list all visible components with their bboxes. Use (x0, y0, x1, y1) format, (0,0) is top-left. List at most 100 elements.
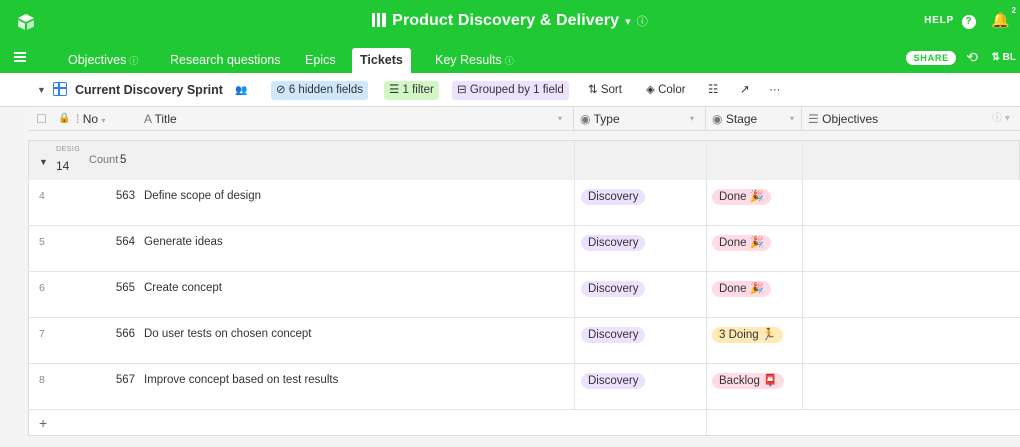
group-label: Grouped by 1 field (469, 84, 564, 96)
sort-button[interactable]: ⇅ Sort (583, 81, 627, 100)
type-cell[interactable]: Discovery (581, 327, 646, 343)
linked-records-icon: ☰ (808, 112, 819, 126)
view-name[interactable]: Current Discovery Sprint (70, 81, 228, 100)
stage-cell[interactable]: Done 🎉 (712, 281, 772, 297)
title-cell[interactable]: Create concept (144, 281, 222, 296)
objectives-cell[interactable] (809, 235, 1009, 255)
view-switcher-chevron-icon[interactable]: ▼ (32, 81, 51, 100)
group-icon: ⊟ (457, 84, 467, 96)
type-cell[interactable]: Discovery (581, 235, 646, 251)
share-view-icon[interactable]: ↗ (735, 81, 755, 100)
info-icon[interactable]: ⓘ (637, 16, 648, 28)
stage-cell[interactable]: Backlog 📮 (712, 373, 785, 389)
sort-label: Sort (600, 84, 622, 96)
no-cell[interactable]: 567 (95, 373, 135, 388)
info-icon: ⓘ (129, 56, 139, 66)
row-number: 6 (39, 282, 45, 294)
bell-icon[interactable]: 🔔 (991, 11, 1010, 29)
column-no[interactable]: ⁞ No ▾ (76, 107, 105, 131)
record-list: 4 563 Define scope of design Discovery D… (28, 180, 1020, 436)
title-cell[interactable]: Define scope of design (144, 189, 261, 204)
title-cell[interactable]: Improve concept based on test results (144, 373, 338, 388)
share-button[interactable]: SHARE (906, 51, 956, 65)
title-cell[interactable]: Generate ideas (144, 235, 223, 250)
autonumber-icon: ⁞ (76, 112, 80, 126)
row-number: 7 (39, 328, 45, 340)
column-title[interactable]: A Title (144, 107, 177, 131)
column-no-label: No (82, 112, 99, 126)
table-row[interactable]: 5 564 Generate ideas Discovery Done 🎉 (28, 226, 1020, 272)
no-cell[interactable]: 564 (95, 235, 135, 250)
single-select-icon: ◉ (712, 112, 723, 126)
color-button[interactable]: ◈ Color (641, 81, 691, 100)
chevron-down-icon[interactable]: ▾ (558, 107, 562, 131)
group-header[interactable]: ▼ DESIG 14 Count 5 (28, 140, 1020, 181)
add-record-row[interactable]: + (28, 410, 1020, 436)
base-title[interactable]: Product Discovery & Delivery ▾ ⓘ (0, 12, 1020, 30)
stage-cell[interactable]: Done 🎉 (712, 235, 772, 251)
grid-view-icon (53, 82, 67, 96)
table-row[interactable]: 8 567 Improve concept based on test resu… (28, 364, 1020, 410)
group-count: 5 (120, 154, 127, 166)
single-select-icon: ◉ (580, 112, 591, 126)
sort-icon: ⇅ (588, 84, 598, 96)
objectives-cell[interactable] (809, 373, 1009, 393)
stage-pill: Done 🎉 (712, 281, 772, 297)
table-row[interactable]: 4 563 Define scope of design Discovery D… (28, 180, 1020, 226)
tab-epics[interactable]: Epics (297, 48, 344, 73)
no-cell[interactable]: 565 (95, 281, 135, 296)
filter-button[interactable]: ☰ 1 filter (384, 81, 439, 100)
menu-icon[interactable] (14, 52, 26, 64)
group-button[interactable]: ⊟ Grouped by 1 field (452, 81, 569, 100)
column-stage[interactable]: ◉ Stage (712, 107, 757, 131)
objectives-cell[interactable] (809, 327, 1009, 347)
color-label: Color (658, 84, 686, 96)
tab-objectives[interactable]: Objectives ⓘ (60, 48, 146, 73)
title-cell[interactable]: Do user tests on chosen concept (144, 327, 312, 342)
column-header-row: ☐ 🔒 ⁞ No ▾ A Title ▾ ◉ Type ▾ ◉ Stage ▾ … (28, 107, 1020, 131)
table-row[interactable]: 7 566 Do user tests on chosen concept Di… (28, 318, 1020, 364)
tab-label: Epics (305, 53, 336, 67)
select-all-checkbox[interactable]: ☐ (36, 107, 47, 131)
records-grid: ☐ 🔒 ⁞ No ▾ A Title ▾ ◉ Type ▾ ◉ Stage ▾ … (28, 107, 1020, 447)
chevron-down-icon[interactable]: ▾ (690, 107, 694, 131)
left-gutter (0, 107, 28, 447)
tab-label: Key Results (435, 53, 502, 67)
type-pill: Discovery (581, 327, 646, 343)
column-objectives[interactable]: ☰ Objectives (808, 107, 878, 131)
chevron-down-icon[interactable]: ▾ (101, 116, 105, 125)
add-record-button[interactable]: + (39, 415, 47, 431)
no-cell[interactable]: 566 (95, 327, 135, 342)
chevron-down-icon[interactable]: ▾ (790, 107, 794, 131)
table-tabs-bar: Objectives ⓘ Research questions Epics Tic… (0, 45, 1020, 73)
tab-research-questions[interactable]: Research questions (162, 48, 288, 73)
objectives-cell[interactable] (809, 189, 1009, 209)
stage-cell[interactable]: 3 Doing 🏃 (712, 327, 784, 343)
row-height-icon[interactable]: ☷ (703, 81, 723, 100)
lock-icon: 🔒 (58, 113, 71, 124)
tab-key-results[interactable]: Key Results ⓘ (427, 48, 522, 73)
tab-label: Research questions (170, 53, 281, 67)
help-button[interactable]: HELP? (924, 15, 976, 29)
type-pill: Discovery (581, 189, 646, 205)
history-icon[interactable]: ⟲ (966, 49, 978, 66)
stage-cell[interactable]: Done 🎉 (712, 189, 772, 205)
blocks-button[interactable]: ⇅ BL (991, 52, 1016, 63)
column-title-label: Title (154, 112, 177, 126)
type-cell[interactable]: Discovery (581, 281, 646, 297)
type-cell[interactable]: Discovery (581, 189, 646, 205)
type-cell[interactable]: Discovery (581, 373, 646, 389)
collapse-group-chevron-icon[interactable]: ▼ (39, 157, 48, 167)
table-row[interactable]: 6 565 Create concept Discovery Done 🎉 (28, 272, 1020, 318)
column-type[interactable]: ◉ Type (580, 107, 620, 131)
info-icon[interactable]: ⓘ ▾ (992, 107, 1010, 131)
hidden-fields-button[interactable]: ⊘ 6 hidden fields (271, 81, 369, 100)
objectives-cell[interactable] (809, 281, 1009, 301)
blocks-label: BL (1002, 52, 1016, 63)
tab-tickets[interactable]: Tickets (352, 48, 411, 73)
chevron-down-icon[interactable]: ▾ (625, 16, 631, 28)
more-options-button[interactable]: ··· (764, 81, 786, 100)
no-cell[interactable]: 563 (95, 189, 135, 204)
type-pill: Discovery (581, 281, 646, 297)
collaborators-icon[interactable]: 👥 (230, 81, 252, 100)
